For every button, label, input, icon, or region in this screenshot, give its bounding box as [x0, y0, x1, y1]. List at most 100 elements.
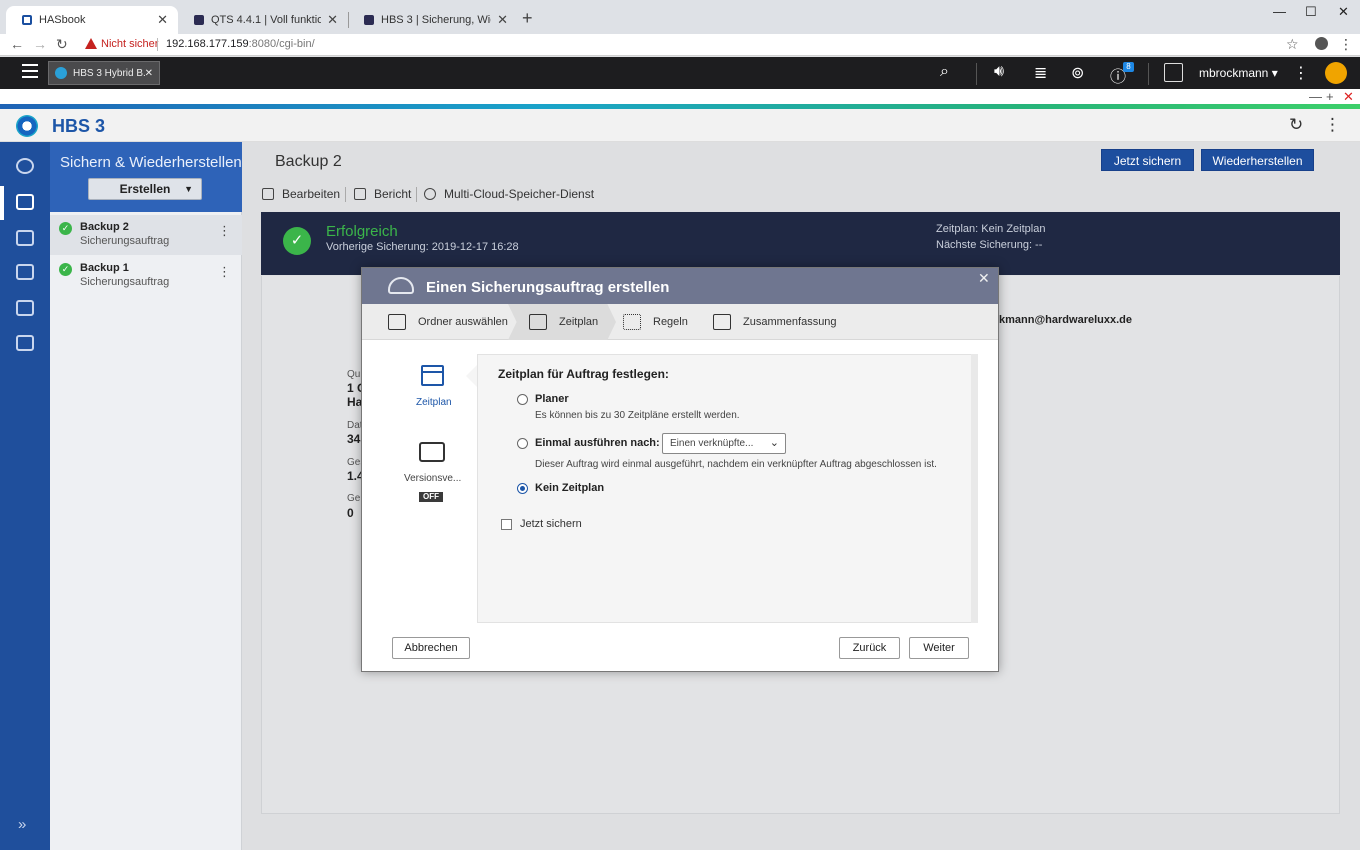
left-tab-versioning[interactable]: Versionsve...: [404, 473, 461, 484]
planer-radio[interactable]: [517, 394, 528, 405]
close-icon[interactable]: ✕: [978, 270, 990, 287]
no-schedule-radio[interactable]: [517, 483, 528, 494]
close-app-tab-icon[interactable]: ✕: [145, 68, 153, 79]
security-indicator[interactable]: Nicht sicher: [101, 38, 158, 50]
left-tab-schedule[interactable]: Zeitplan: [416, 397, 452, 408]
user-icon[interactable]: [1164, 63, 1183, 82]
qts-top-bar: HBS 3 Hybrid B... ✕ ⌕ 🔊︎ ≣ ⊚ ⓘ 8 mbrockm…: [0, 57, 1360, 89]
overview-gauge-icon[interactable]: [16, 158, 34, 174]
no-schedule-label[interactable]: Kein Zeitplan: [535, 482, 604, 494]
step-rules[interactable]: Regeln: [623, 304, 688, 340]
edit-icon: [262, 188, 274, 200]
maximize-window-icon[interactable]: ☐: [1305, 4, 1317, 20]
services-icon[interactable]: [16, 300, 34, 316]
close-tab-icon[interactable]: ✕: [157, 12, 168, 28]
create-button[interactable]: Erstellen ▼: [88, 178, 202, 200]
multi-cloud-button[interactable]: Multi-Cloud-Speicher-Dienst: [424, 187, 594, 201]
planer-description: Es können bis zu 30 Zeitpläne erstellt w…: [535, 410, 740, 421]
app-close-icon[interactable]: ✕: [1343, 89, 1354, 105]
dashboard-gauge-icon[interactable]: [1325, 62, 1347, 84]
refresh-icon[interactable]: ↻: [1289, 115, 1303, 135]
volume-icon[interactable]: 🔊︎: [994, 63, 1004, 81]
linked-job-dropdown[interactable]: Einen verknüpfte... ⌄: [662, 433, 786, 454]
job-menu-icon[interactable]: ⋮: [218, 264, 231, 280]
calendar-icon[interactable]: [421, 365, 444, 386]
main-menu-icon[interactable]: [22, 64, 38, 78]
dialog-title: Einen Sicherungsauftrag erstellen: [426, 279, 670, 296]
job-list-header: Sichern & Wiederherstellen Erstellen ▼: [50, 142, 242, 212]
next-button[interactable]: Weiter: [909, 637, 969, 659]
schedule-info: Zeitplan: Kein Zeitplan: [936, 223, 1046, 235]
close-window-icon[interactable]: ✕: [1338, 4, 1349, 20]
browser-tab-hasbook[interactable]: HASbook ✕: [6, 6, 178, 34]
backup-restore-icon[interactable]: [16, 194, 34, 210]
expand-sidebar-icon[interactable]: »: [18, 816, 26, 833]
run-once-radio[interactable]: [517, 438, 528, 449]
toolbar-divider: [416, 187, 417, 202]
step-select-folder[interactable]: Ordner auswählen: [388, 304, 508, 340]
app-minimize-icon[interactable]: —: [1309, 89, 1322, 104]
search-icon[interactable]: ⌕: [940, 63, 949, 81]
planer-label[interactable]: Planer: [535, 393, 569, 405]
panel-scrollbar[interactable]: [971, 354, 978, 623]
backup-now-label[interactable]: Jetzt sichern: [520, 518, 582, 530]
site-favicon-icon: [364, 15, 374, 25]
storage-space-icon[interactable]: [16, 264, 34, 280]
sync-icon[interactable]: [16, 230, 34, 246]
sliders-icon: [623, 314, 641, 330]
job-item-backup-1[interactable]: ✓ Backup 1 Sicherungsauftrag ⋮: [50, 256, 242, 296]
back-button[interactable]: Zurück: [839, 637, 900, 659]
app-maximize-icon[interactable]: +: [1326, 89, 1334, 104]
next-backup: Nächste Sicherung: --: [936, 239, 1043, 251]
browser-tab-qts[interactable]: QTS 4.4.1 | Voll funktionsfähiges ... ✕: [178, 6, 348, 34]
section-title: Zeitplan für Auftrag festlegen:: [498, 367, 669, 381]
cancel-button[interactable]: Abbrechen: [392, 637, 470, 659]
forward-arrow-icon[interactable]: →: [33, 36, 47, 52]
run-once-label[interactable]: Einmal ausführen nach:: [535, 437, 660, 449]
reload-icon[interactable]: ↻: [56, 36, 68, 53]
close-tab-icon[interactable]: ✕: [327, 12, 338, 28]
report-button[interactable]: Bericht: [354, 187, 411, 201]
hbs-app-icon: [55, 67, 67, 79]
logs-icon[interactable]: [16, 335, 34, 351]
back-arrow-icon[interactable]: ←: [10, 36, 24, 52]
wizard-steps: Ordner auswählen Zeitplan Regeln Zusamme…: [362, 304, 998, 340]
chevron-down-icon: ⌄: [769, 437, 779, 449]
report-label: Bericht: [374, 187, 412, 201]
dialog-header: Einen Sicherungsauftrag erstellen ✕: [362, 268, 998, 304]
close-tab-icon[interactable]: ✕: [497, 12, 508, 28]
edit-button[interactable]: Bearbeiten: [262, 187, 340, 201]
step-schedule[interactable]: Zeitplan: [529, 304, 598, 340]
backup-now-checkbox[interactable]: [501, 519, 512, 530]
job-list-panel: Sichern & Wiederherstellen Erstellen ▼ ✓…: [50, 142, 242, 850]
url-field[interactable]: 192.168.177.159:8080/cgi-bin/: [166, 38, 315, 50]
previous-backup: Vorherige Sicherung: 2019-12-17 16:28: [326, 241, 519, 253]
create-backup-job-dialog: Einen Sicherungsauftrag erstellen ✕ Ordn…: [361, 267, 999, 672]
external-device-icon[interactable]: ⊚: [1071, 63, 1084, 83]
hbs-app-tab[interactable]: HBS 3 Hybrid B... ✕: [48, 61, 160, 85]
step-summary[interactable]: Zusammenfassung: [713, 304, 837, 340]
restore-button[interactable]: Wiederherstellen: [1201, 149, 1314, 171]
status-text: Erfolgreich: [326, 223, 398, 240]
browser-tab-hbs3[interactable]: HBS 3 | Sicherung, Wiederherstel... ✕: [348, 6, 518, 34]
job-item-backup-2[interactable]: ✓ Backup 2 Sicherungsauftrag ⋮: [50, 215, 242, 255]
background-tasks-icon[interactable]: ≣: [1034, 63, 1047, 83]
toolbar-divider: [345, 187, 346, 202]
backup-now-button[interactable]: Jetzt sichern: [1101, 149, 1194, 171]
more-options-icon[interactable]: ⋮: [1324, 115, 1341, 135]
more-options-icon[interactable]: ⋮: [1293, 63, 1309, 83]
bookmark-star-icon[interactable]: ☆: [1286, 36, 1299, 53]
job-menu-icon[interactable]: ⋮: [218, 223, 231, 239]
warning-icon: [85, 38, 97, 49]
multi-cloud-label: Multi-Cloud-Speicher-Dienst: [444, 187, 595, 201]
versioning-icon[interactable]: [419, 442, 445, 462]
success-check-icon: ✓: [283, 227, 311, 255]
profile-avatar-icon[interactable]: [1315, 37, 1328, 50]
new-tab-icon[interactable]: +: [522, 8, 533, 29]
detail-label: Qu: [347, 369, 361, 380]
browser-menu-icon[interactable]: ⋮: [1339, 36, 1353, 53]
minimize-window-icon[interactable]: —: [1273, 4, 1286, 19]
username-menu[interactable]: mbrockmann ▾: [1199, 66, 1278, 80]
app-window-controls: — + ✕: [0, 89, 1360, 105]
toolbar-divider: [976, 63, 977, 85]
